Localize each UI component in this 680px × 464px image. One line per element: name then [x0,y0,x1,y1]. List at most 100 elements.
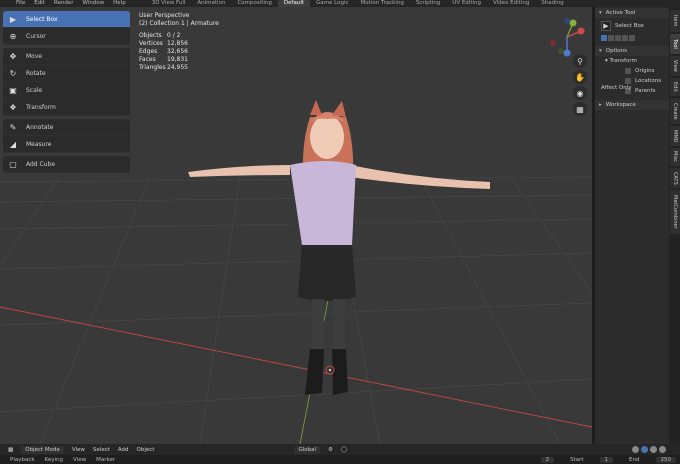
stat-value: 0 / 2 [167,32,181,39]
orientation-dropdown[interactable]: Global [294,445,321,454]
stat-label: Edges [139,48,158,55]
checkbox-icon [625,78,631,84]
end-label: End [629,456,640,463]
add-cube-icon: ▢ [9,159,17,169]
tab-uv-editing[interactable]: UV Editing [446,0,487,7]
tool-rotate[interactable]: ↻ Rotate [3,65,130,82]
menu-help[interactable]: Help [113,0,126,7]
tool-label: Rotate [26,69,46,77]
tool-label: Transform [26,103,56,111]
tab-default[interactable]: Default [277,0,311,7]
affect-only-label: Affect Only [601,85,632,91]
chevron-right-icon: ▸ [599,102,602,108]
tab-mmd[interactable]: MMD [670,126,680,146]
tab-create[interactable]: Create [670,98,680,124]
select-new-icon[interactable] [601,35,607,41]
tool-add-cube[interactable]: ▢ Add Cube [3,156,130,173]
start-frame-field[interactable]: 1 [599,456,614,463]
gizmo-x-icon[interactable] [577,27,585,35]
wireframe-shading-icon[interactable] [632,446,639,453]
select-extend-icon[interactable] [608,35,614,41]
camera-icon[interactable]: ◉ [573,86,587,100]
menu-select[interactable]: Select [93,447,110,453]
tab-edit[interactable]: Edit [670,78,680,96]
end-frame-field[interactable]: 250 [655,456,676,463]
stat-value: 24,955 [167,64,188,71]
selection-tools-group: ▶ Select Box ⊕ Cursor [3,11,130,45]
tool-transform[interactable]: ❖ Transform [3,99,130,116]
main-menu: File Edit Render Window Help [0,0,126,7]
character-model[interactable] [188,100,490,395]
tool-cursor[interactable]: ⊕ Cursor [3,28,130,45]
rotate-icon: ↻ [9,68,17,78]
tab-tool[interactable]: Tool [670,34,680,54]
chevron-down-icon: ▾ [599,48,602,54]
menu-keying[interactable]: Keying [45,457,63,463]
gizmo-neg-x-icon[interactable] [550,40,556,46]
zoom-icon[interactable]: ⚲ [573,54,587,68]
gizmo-neg-z-icon[interactable] [564,18,570,24]
select-intersect-icon[interactable] [629,35,635,41]
menu-playback[interactable]: Playback [10,457,35,463]
rendered-shading-icon[interactable] [659,446,666,453]
menu-file[interactable]: File [16,0,25,7]
scene-stats: Objects 0 / 2 Vertices 12,856 Edges 32,656 … [139,32,219,72]
move-icon: ✥ [9,51,17,61]
tab-game-logic[interactable]: Game Logic [310,0,355,7]
tab-view[interactable]: View [670,56,680,76]
tab-misc[interactable]: Misc [670,148,680,166]
menu-edit[interactable]: Edit [34,0,45,7]
menu-view[interactable]: View [72,447,85,453]
proportional-edit-icon[interactable]: ◯ [341,447,347,453]
tool-scale[interactable]: ▣ Scale [3,82,130,99]
solid-shading-icon[interactable] [641,446,648,453]
menu-add[interactable]: Add [118,447,129,453]
menu-window[interactable]: Window [82,0,104,7]
tab-cats[interactable]: CATS [670,168,680,188]
menu-object[interactable]: Object [137,447,155,453]
active-tool-selector[interactable]: ▶ Select Box [595,18,669,34]
select-subtract-icon[interactable] [615,35,621,41]
top-bar: File Edit Render Window Help 3D View Ful… [0,0,680,7]
snap-icon[interactable]: ⚙ [328,447,333,453]
navigation-gizmo[interactable] [545,15,589,59]
sidebar-n-panel: ▾ Active Tool ▶ Select Box ▾ Options ▾ T… [595,7,669,444]
mode-dropdown[interactable]: Object Mode [21,445,64,454]
tab-compositing[interactable]: Compositing [231,0,277,7]
3d-viewport[interactable]: ▶ Select Box ⊕ Cursor ✥ Move ↻ Rotate ▣ … [0,7,592,444]
menu-view[interactable]: View [73,457,86,463]
stat-label: Triangles [139,64,166,71]
tab-scripting[interactable]: Scripting [410,0,446,7]
tab-matcombiner[interactable]: MatCombiner [670,190,680,234]
pan-hand-icon[interactable]: ✋ [573,70,587,84]
editor-type-icon[interactable]: ▩ [8,447,13,453]
stat-value: 19,831 [167,56,188,63]
tab-3d-view-full[interactable]: 3D View Full [146,0,192,7]
current-frame-field[interactable]: 2 [540,456,555,463]
tab-animation[interactable]: Animation [191,0,231,7]
material-shading-icon[interactable] [650,446,657,453]
floor-grid [0,176,592,444]
gizmo-z-icon[interactable] [563,49,571,57]
stat-row: Edges 32,656 [139,48,219,56]
tool-move[interactable]: ✥ Move [3,48,130,65]
gizmo-y-icon[interactable] [569,19,577,27]
tab-video-editing[interactable]: Video Editing [487,0,535,7]
gizmo-neg-y-icon[interactable] [558,48,564,54]
tab-motion-tracking[interactable]: Motion Tracking [355,0,410,7]
tool-annotate[interactable]: ✎ Annotate [3,119,130,136]
tool-select-box[interactable]: ▶ Select Box [3,11,130,28]
tool-measure[interactable]: ◢ Measure [3,136,130,153]
menu-marker[interactable]: Marker [96,457,115,463]
workspace-panel-header[interactable]: ▸ Workspace [595,100,669,110]
tab-shading[interactable]: Shading [535,0,569,7]
transform-subpanel-header[interactable]: ▾ Transform [595,56,669,66]
tab-item[interactable]: Item [670,10,680,32]
origins-checkbox[interactable]: Origins [595,66,669,76]
tool-label: Annotate [26,123,54,131]
active-tool-panel-header[interactable]: ▾ Active Tool [595,8,669,18]
options-panel-header[interactable]: ▾ Options [595,46,669,56]
grid-icon[interactable]: ▦ [573,102,587,116]
menu-render[interactable]: Render [54,0,74,7]
select-invert-icon[interactable] [622,35,628,41]
